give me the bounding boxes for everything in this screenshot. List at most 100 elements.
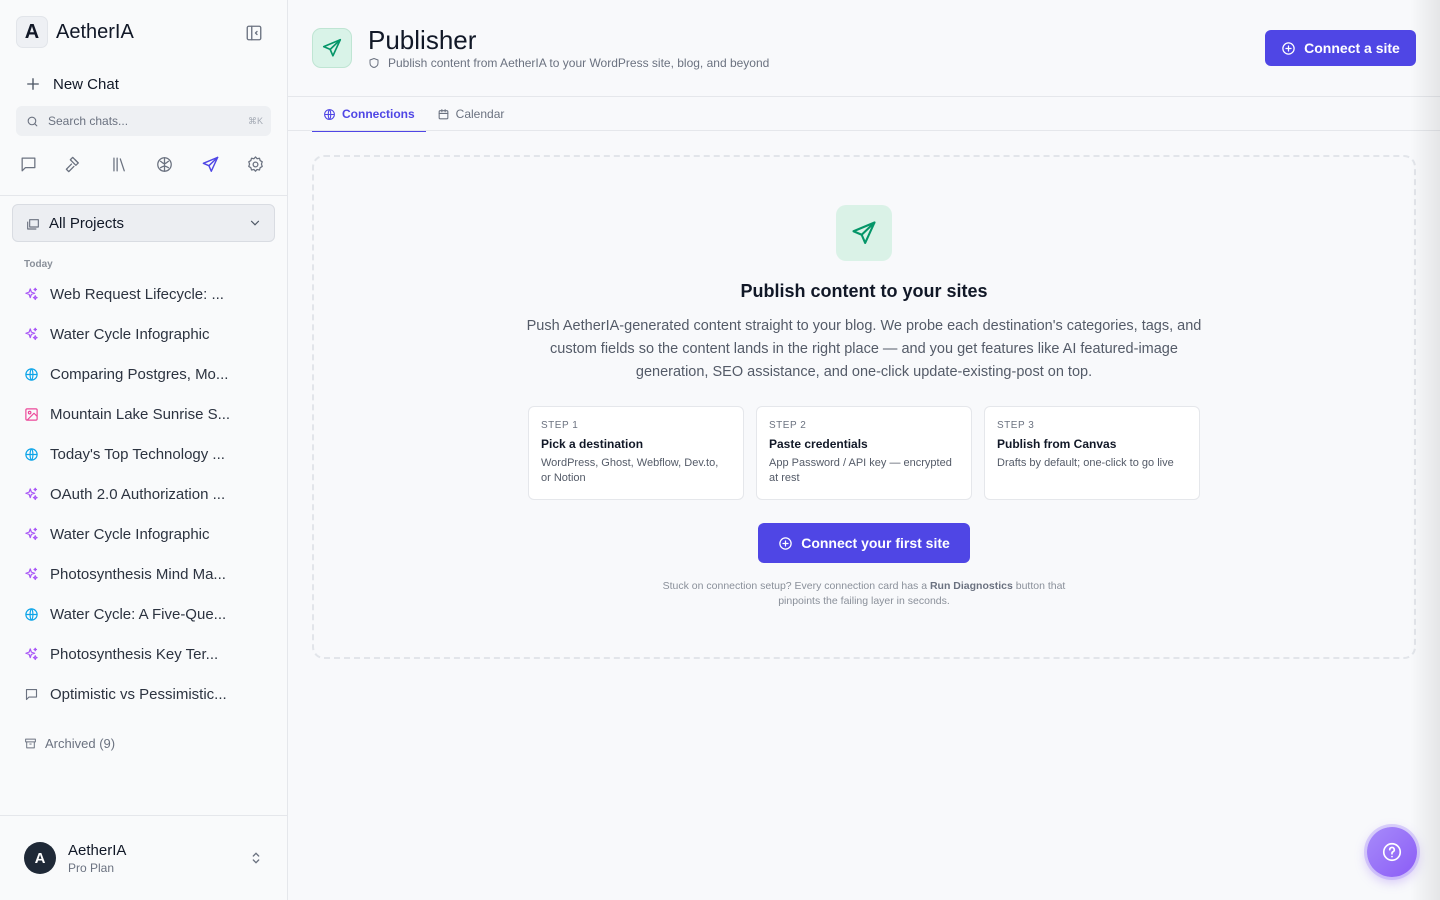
chat-title: Water Cycle Infographic [50,325,210,343]
page-title: Publisher [368,25,477,55]
empty-state: Publish content to your sites Push Aethe… [312,155,1416,659]
gear-icon[interactable] [242,150,270,178]
chat-title: Water Cycle: A Five-Que... [50,605,227,623]
globe-icon [24,447,39,462]
empty-state-title: Publish content to your sites [740,281,988,301]
sparkles-icon [24,287,39,302]
step-description: App Password / API key — encrypted at re… [769,457,952,484]
main-content: Publisher Publish content from AetherIA … [288,0,1440,900]
chat-item[interactable]: Water Cycle Infographic [14,314,276,354]
projects-label: All Projects [49,214,125,232]
search-shortcut: ⌘K [247,115,263,126]
publisher-send-icon [312,28,352,68]
tab-calendar[interactable]: Calendar [426,97,516,131]
chat-title: Photosynthesis Mind Ma... [50,565,226,583]
library-icon[interactable] [105,150,133,178]
brand-name: AetherIA [56,20,134,43]
tabs-divider [288,130,1440,131]
step-description: WordPress, Ghost, Webflow, Dev.to, or No… [541,457,719,484]
section-heading-today: Today [24,259,53,270]
chat-item[interactable]: Water Cycle: A Five-Que... [14,594,276,634]
search-input[interactable] [48,114,228,128]
search-chats[interactable]: ⌘K [16,106,271,136]
user-name: AetherIA [68,842,127,859]
hammer-icon[interactable] [60,150,88,178]
hint-prefix: Stuck on connection setup? Every connect… [662,580,930,592]
sidebar: A AetherIA New Chat ⌘K [0,0,288,900]
tab-calendar-label: Calendar [455,107,505,121]
tab-connections-label: Connections [342,107,415,121]
page-subtitle: Publish content from AetherIA to your Wo… [368,56,769,70]
step-card: STEP 2 Paste credentials App Password / … [756,406,972,500]
connect-site-button[interactable]: Connect a site [1265,30,1416,66]
step-number: STEP 2 [769,420,807,431]
folders-icon [27,219,39,230]
help-button[interactable] [1367,827,1417,877]
step-title: Paste credentials [769,437,868,451]
step-number: STEP 3 [997,420,1035,431]
step-card: STEP 3 Publish from Canvas Drafts by def… [984,406,1200,500]
chat-title: Optimistic vs Pessimistic... [50,685,227,703]
run-diagnostics-text: Run Diagnostics [929,580,1013,592]
search-icon [27,116,38,126]
chat-item[interactable]: Optimistic vs Pessimistic... [14,674,276,714]
brand[interactable]: A AetherIA [16,16,134,48]
chat-icon[interactable] [14,150,42,178]
chat-item[interactable]: OAuth 2.0 Authorization ... [14,474,276,514]
chat-list: Web Request Lifecycle: ... Water Cycle In… [14,274,276,714]
chat-item[interactable]: Photosynthesis Key Ter... [14,634,276,674]
globe-icon [24,367,39,382]
avatar: A [24,842,56,874]
chat-title: OAuth 2.0 Authorization ... [50,485,226,503]
calendar-icon [438,108,449,119]
sidebar-divider [0,195,288,196]
page-header: Publisher Publish content from AetherIA … [288,0,1440,97]
user-plan: Pro Plan [68,861,115,875]
step-card: STEP 1 Pick a destination WordPress, Gho… [528,406,744,500]
chat-title: Comparing Postgres, Mo... [50,365,229,383]
step-description: Drafts by default; one-click to go live [997,457,1174,469]
shield-icon [369,58,379,68]
tab-connections[interactable]: Connections [312,97,426,132]
sparkles-icon [24,487,39,502]
sparkles-icon [24,327,39,342]
diagnostics-hint: Stuck on connection setup? Every connect… [654,579,1074,609]
connect-first-site-button[interactable]: Connect your first site [758,523,970,563]
brain-icon[interactable] [151,150,179,178]
chat-icon [24,687,39,702]
globe-icon [24,607,39,622]
step-title: Publish from Canvas [997,437,1117,451]
send-icon[interactable] [196,150,224,178]
chat-item[interactable]: Photosynthesis Mind Ma... [14,554,276,594]
chevrons-up-down-icon[interactable] [248,850,264,866]
plus-circle-icon [1282,41,1295,55]
sparkles-icon [24,527,39,542]
chat-item[interactable]: Mountain Lake Sunrise S... [14,394,276,434]
user-menu[interactable]: A AetherIA Pro Plan [0,815,288,900]
new-chat-button[interactable]: New Chat [16,70,271,98]
plus-circle-icon [779,536,792,550]
setup-steps: STEP 1 Pick a destination WordPress, Gho… [528,406,1200,500]
chevron-down-icon [250,220,260,226]
chat-item[interactable]: Web Request Lifecycle: ... [14,274,276,314]
archived-link[interactable]: Archived (9) [24,736,115,751]
brand-logo: A [16,16,48,48]
chat-item[interactable]: Water Cycle Infographic [14,514,276,554]
sidebar-tools [14,150,270,178]
chat-item[interactable]: Today's Top Technology ... [14,434,276,474]
connect-site-label: Connect a site [1304,40,1400,56]
help-circle-icon [1382,842,1402,862]
archive-icon [25,738,36,749]
chat-title: Today's Top Technology ... [50,445,225,463]
page-subtitle-text: Publish content from AetherIA to your Wo… [388,56,770,70]
new-chat-label: New Chat [53,75,119,93]
chat-title: Web Request Lifecycle: ... [50,285,224,303]
step-number: STEP 1 [541,420,579,431]
publisher-tabs: Connections Calendar [312,97,516,132]
sparkles-icon [24,567,39,582]
chat-title: Photosynthesis Key Ter... [50,645,219,663]
chat-title: Mountain Lake Sunrise S... [50,405,231,423]
project-selector[interactable]: All Projects [12,204,275,242]
collapse-sidebar-icon[interactable] [244,23,264,43]
chat-item[interactable]: Comparing Postgres, Mo... [14,354,276,394]
